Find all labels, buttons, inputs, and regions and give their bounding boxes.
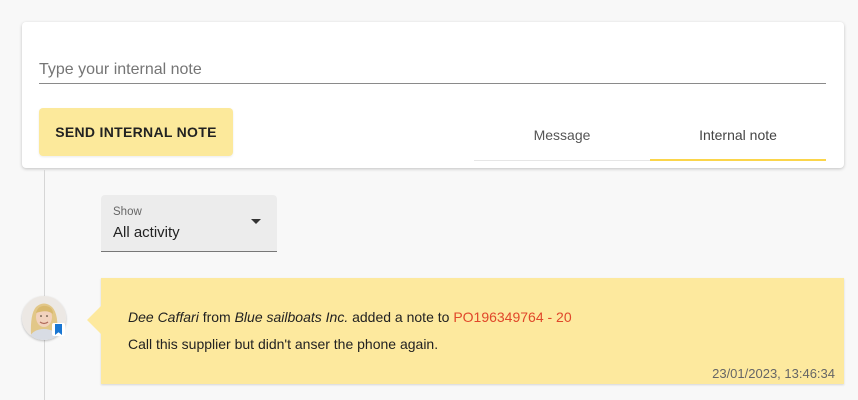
- internal-note-input[interactable]: [39, 56, 826, 84]
- avatar: [22, 296, 66, 340]
- note-composer-card: SEND INTERNAL NOTE Message Internal note: [22, 22, 844, 168]
- filter-value: All activity: [113, 224, 180, 241]
- activity-action: added a note to: [352, 309, 450, 325]
- activity-summary: Dee Caffari from Blue sailboats Inc. add…: [128, 309, 572, 325]
- send-internal-note-button[interactable]: SEND INTERNAL NOTE: [39, 108, 233, 156]
- activity-filter-select[interactable]: Show All activity: [101, 195, 277, 252]
- activity-note-card: Dee Caffari from Blue sailboats Inc. add…: [87, 278, 844, 384]
- bookmark-icon: [52, 323, 65, 336]
- activity-note-text: Call this supplier but didn't anser the …: [128, 336, 439, 352]
- timeline-line: [44, 170, 45, 400]
- tab-internal-note[interactable]: Internal note: [650, 110, 826, 161]
- tab-message[interactable]: Message: [474, 110, 650, 160]
- purchase-order-link[interactable]: PO196349764 - 20: [453, 309, 571, 325]
- activity-timestamp: 23/01/2023, 13:46:34: [712, 366, 835, 381]
- activity-from-text: from: [202, 309, 231, 325]
- filter-label: Show: [113, 206, 142, 218]
- activity-author: Dee Caffari: [128, 309, 199, 325]
- composer-tabs: Message Internal note: [474, 110, 826, 161]
- dropdown-arrow-icon: [251, 219, 261, 224]
- activity-company: Blue sailboats Inc.: [234, 309, 349, 325]
